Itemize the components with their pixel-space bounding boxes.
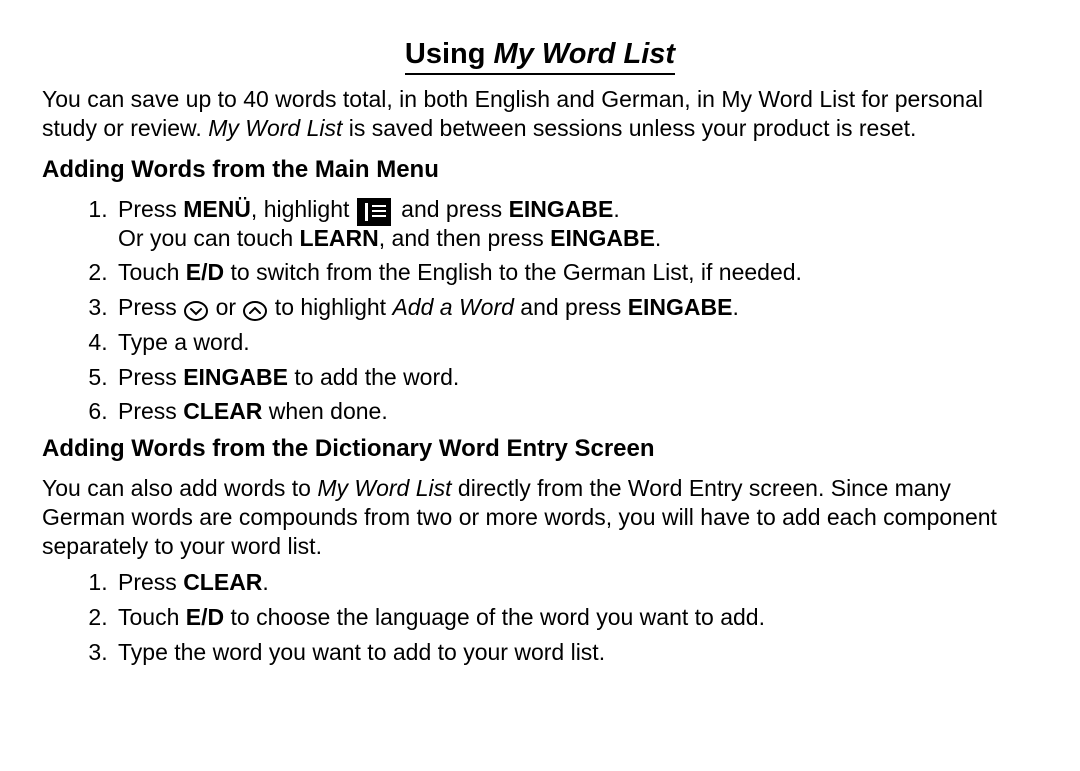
ed-key: E/D <box>186 259 224 285</box>
eingabe-key: EINGABE <box>183 364 288 390</box>
step-text: Press <box>118 294 183 320</box>
step-text: . <box>613 196 619 222</box>
step-5: Press EINGABE to add the word. <box>114 363 1038 392</box>
section2-steps: Press CLEAR. Touch E/D to choose the lan… <box>42 568 1038 666</box>
step-2: Touch E/D to switch from the English to … <box>114 258 1038 287</box>
clear-key: CLEAR <box>183 398 262 424</box>
intro-text-2: is saved between sessions unless your pr… <box>342 115 916 141</box>
learn-key: LEARN <box>300 225 379 251</box>
clear-key: CLEAR <box>183 569 262 595</box>
step-6: Press CLEAR when done. <box>114 397 1038 426</box>
section1-heading: Adding Words from the Main Menu <box>42 155 1038 185</box>
step-text: , highlight <box>251 196 356 222</box>
step-text: Press <box>118 196 183 222</box>
intro2-text: You can also add words to <box>42 475 317 501</box>
step-text: . <box>655 225 661 251</box>
section2-heading: Adding Words from the Dictionary Word En… <box>42 434 1038 464</box>
step-3: Press or to highlight Add a Word and pre… <box>114 293 1038 322</box>
step2-3: Type the word you want to add to your wo… <box>114 638 1038 667</box>
step-text: Press <box>118 569 183 595</box>
step-text: , and then press <box>379 225 550 251</box>
step-text: Press <box>118 364 183 390</box>
step-text: to add the word. <box>288 364 459 390</box>
section2-intro: You can also add words to My Word List d… <box>42 474 1038 560</box>
intro-italic: My Word List <box>208 115 342 141</box>
eingabe-key: EINGABE <box>628 294 733 320</box>
step-text: to switch from the English to the German… <box>224 259 802 285</box>
step-text: or <box>209 294 242 320</box>
up-arrow-icon <box>243 301 267 321</box>
ed-key: E/D <box>186 604 224 630</box>
step-1: Press MENÜ, highlight and press EINGABE.… <box>114 195 1038 253</box>
step-text: Touch <box>118 604 186 630</box>
step-text: Type a word. <box>118 329 250 355</box>
menu-key: MENÜ <box>183 196 251 222</box>
eingabe-key: EINGABE <box>509 196 614 222</box>
eingabe-key: EINGABE <box>550 225 655 251</box>
step-text: to choose the language of the word you w… <box>224 604 765 630</box>
step-text: to highlight <box>268 294 392 320</box>
step-text: and press <box>514 294 628 320</box>
add-word-italic: Add a Word <box>392 294 513 320</box>
down-arrow-icon <box>184 301 208 321</box>
step-text: Press <box>118 398 183 424</box>
step-text: Touch <box>118 259 186 285</box>
page-title: Using My Word List <box>42 36 1038 75</box>
intro-paragraph: You can save up to 40 words total, in bo… <box>42 85 1038 143</box>
step2-1: Press CLEAR. <box>114 568 1038 597</box>
list-icon <box>357 198 391 226</box>
step-4: Type a word. <box>114 328 1038 357</box>
step-text: Type the word you want to add to your wo… <box>118 639 605 665</box>
section1-steps: Press MENÜ, highlight and press EINGABE.… <box>42 195 1038 426</box>
intro2-italic: My Word List <box>317 475 451 501</box>
title-italic: My Word List <box>494 38 676 70</box>
step-text: and press <box>395 196 509 222</box>
step-text: . <box>262 569 268 595</box>
step-text: Or you can touch <box>118 225 300 251</box>
step-text: when done. <box>262 398 387 424</box>
step-text: . <box>733 294 739 320</box>
title-prefix: Using <box>405 38 494 70</box>
step2-2: Touch E/D to choose the language of the … <box>114 603 1038 632</box>
